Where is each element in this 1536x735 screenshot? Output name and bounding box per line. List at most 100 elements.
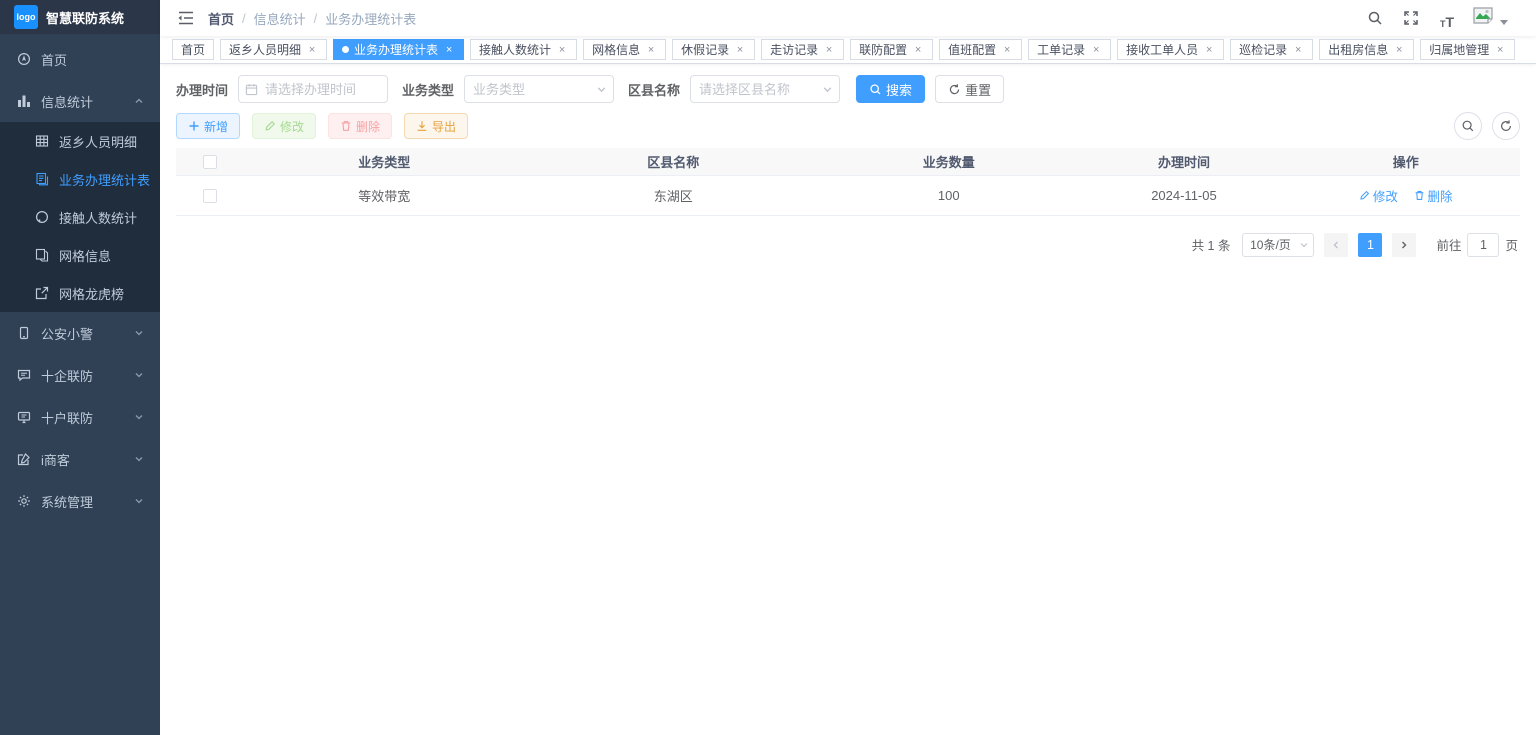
breadcrumb: 首页 / 信息统计 / 业务办理统计表 [208, 9, 416, 28]
close-icon[interactable] [443, 44, 455, 56]
fullscreen-icon[interactable] [1400, 7, 1422, 29]
goto-page-input[interactable] [1467, 232, 1500, 257]
broken-avatar-icon [1472, 6, 1494, 31]
sidebar-item-home[interactable]: 首页 [0, 38, 160, 80]
close-icon[interactable] [645, 44, 657, 56]
tab-leave-records[interactable]: 休假记录 [672, 39, 756, 60]
time-picker-input[interactable] [238, 75, 389, 103]
sidebar-item-label: 网格信息 [59, 248, 112, 264]
tab-order-receivers[interactable]: 接收工单人员 [1117, 39, 1225, 60]
row-select-cell [176, 175, 244, 216]
sidebar-item-grid-info[interactable]: 网格信息 [0, 236, 160, 274]
chevron-down-icon [134, 494, 144, 509]
bar-chart-icon [16, 94, 31, 109]
home-icon [16, 52, 31, 67]
row-checkbox[interactable] [202, 188, 217, 203]
page-size-select[interactable]: 10条/页 [1242, 232, 1315, 257]
tab-work-orders[interactable]: 工单记录 [1028, 39, 1112, 60]
document-icon [34, 172, 49, 187]
search-icon[interactable] [1364, 7, 1386, 29]
sidebar-item-business-stats[interactable]: 业务办理统计表 [0, 160, 160, 198]
app-root: logo 智慧联防系统 首页 信息统计 返乡人员明细 业务办理统计表 接触人数统… [0, 0, 1536, 735]
table-row[interactable]: 等效带宽 东湖区 100 2024-11-05 修改 删除 [176, 175, 1520, 216]
breadcrumb-item: 业务办理统计表 [325, 11, 417, 27]
close-icon[interactable] [1001, 44, 1013, 56]
close-icon[interactable] [1393, 44, 1405, 56]
tab-home[interactable]: 首页 [172, 39, 215, 60]
tab-duty-config[interactable]: 值班配置 [939, 39, 1023, 60]
select-all-checkbox[interactable] [202, 155, 217, 170]
tab-patrol-records[interactable]: 巡检记录 [1230, 39, 1314, 60]
row-delete-link[interactable]: 删除 [1414, 186, 1453, 205]
sidebar-item-contact-stats[interactable]: 接触人数统计 [0, 198, 160, 236]
sidebar-item-merchant[interactable]: i商客 [0, 438, 160, 480]
tab-contact-stats[interactable]: 接触人数统计 [470, 39, 578, 60]
sidebar-item-household[interactable]: 十户联防 [0, 396, 160, 438]
pagination-goto: 前往 页 [1436, 232, 1518, 257]
tab-label: 巡检记录 [1239, 43, 1288, 57]
prev-page-button[interactable] [1324, 232, 1349, 257]
tags-view-bar: 首页 返乡人员明细 业务办理统计表 接触人数统计 网格信息 休假记录 走访记录 … [160, 36, 1536, 64]
close-icon[interactable] [734, 44, 746, 56]
sidebar-collapse-icon[interactable] [172, 4, 200, 32]
close-icon[interactable] [1203, 44, 1215, 56]
sidebar-item-info-stats[interactable]: 信息统计 [0, 80, 160, 122]
select-all-cell [176, 148, 244, 176]
row-edit-link[interactable]: 修改 [1359, 186, 1398, 205]
sidebar-item-enterprise[interactable]: 十企联防 [0, 354, 160, 396]
tab-return-detail[interactable]: 返乡人员明细 [220, 39, 328, 60]
cell-district: 东湖区 [525, 175, 822, 216]
search-button[interactable]: 搜索 [856, 75, 926, 103]
close-icon[interactable] [823, 44, 835, 56]
add-button[interactable]: 新增 [176, 113, 241, 139]
delete-button-label: 删除 [356, 119, 381, 134]
search-button-label: 搜索 [886, 82, 913, 98]
search-toggle-icon[interactable] [1454, 112, 1482, 140]
filter-district-label: 区县名称 [628, 82, 681, 98]
sidebar-item-label: 十企联防 [41, 368, 94, 384]
row-delete-label: 删除 [1427, 189, 1453, 204]
business-type-select[interactable] [464, 75, 615, 103]
tab-rental-info[interactable]: 出租房信息 [1319, 39, 1415, 60]
reset-button[interactable]: 重置 [935, 75, 1005, 103]
filter-type-label: 业务类型 [402, 82, 455, 98]
user-avatar[interactable] [1472, 6, 1508, 31]
delete-button[interactable]: 删除 [328, 113, 393, 139]
close-icon[interactable] [1494, 44, 1506, 56]
tab-business-stats[interactable]: 业务办理统计表 [333, 39, 465, 60]
sidebar: logo 智慧联防系统 首页 信息统计 返乡人员明细 业务办理统计表 接触人数统… [0, 0, 160, 735]
column-header: 办理时间 [1076, 148, 1292, 176]
tab-label: 接触人数统计 [479, 43, 552, 57]
chevron-down-icon [134, 368, 144, 383]
sidebar-item-grid-ranking[interactable]: 网格龙虎榜 [0, 274, 160, 312]
column-header: 业务类型 [243, 148, 526, 176]
breadcrumb-item[interactable]: 首页 [208, 9, 234, 28]
chevron-down-icon [134, 452, 144, 467]
page-number-button[interactable]: 1 [1358, 232, 1383, 257]
sidebar-item-return-detail[interactable]: 返乡人员明细 [0, 122, 160, 160]
tab-attribution-mgmt[interactable]: 归属地管理 [1420, 39, 1516, 60]
close-icon[interactable] [556, 44, 568, 56]
font-size-icon[interactable] [1436, 7, 1458, 29]
phone-icon [16, 326, 31, 341]
close-icon[interactable] [912, 44, 924, 56]
tab-grid-info[interactable]: 网格信息 [583, 39, 667, 60]
edit-button[interactable]: 修改 [252, 113, 317, 139]
sidebar-item-label: 首页 [41, 52, 68, 68]
tab-visit-records[interactable]: 走访记录 [761, 39, 845, 60]
next-page-button[interactable] [1392, 232, 1417, 257]
column-header: 业务数量 [821, 148, 1077, 176]
page-unit-label: 页 [1505, 239, 1518, 253]
close-icon[interactable] [306, 44, 318, 56]
sidebar-item-system[interactable]: 系统管理 [0, 480, 160, 522]
refresh-icon[interactable] [1492, 112, 1520, 140]
sidebar-item-police[interactable]: 公安小警 [0, 312, 160, 354]
district-select[interactable] [690, 75, 841, 103]
close-icon[interactable] [1292, 44, 1304, 56]
top-navbar: 首页 / 信息统计 / 业务办理统计表 [160, 0, 1536, 36]
export-button[interactable]: 导出 [404, 113, 469, 139]
filter-form: 办理时间 业务类型 区县名称 搜索 [176, 75, 1520, 103]
calendar-icon [245, 83, 258, 96]
close-icon[interactable] [1090, 44, 1102, 56]
tab-defense-config[interactable]: 联防配置 [850, 39, 934, 60]
